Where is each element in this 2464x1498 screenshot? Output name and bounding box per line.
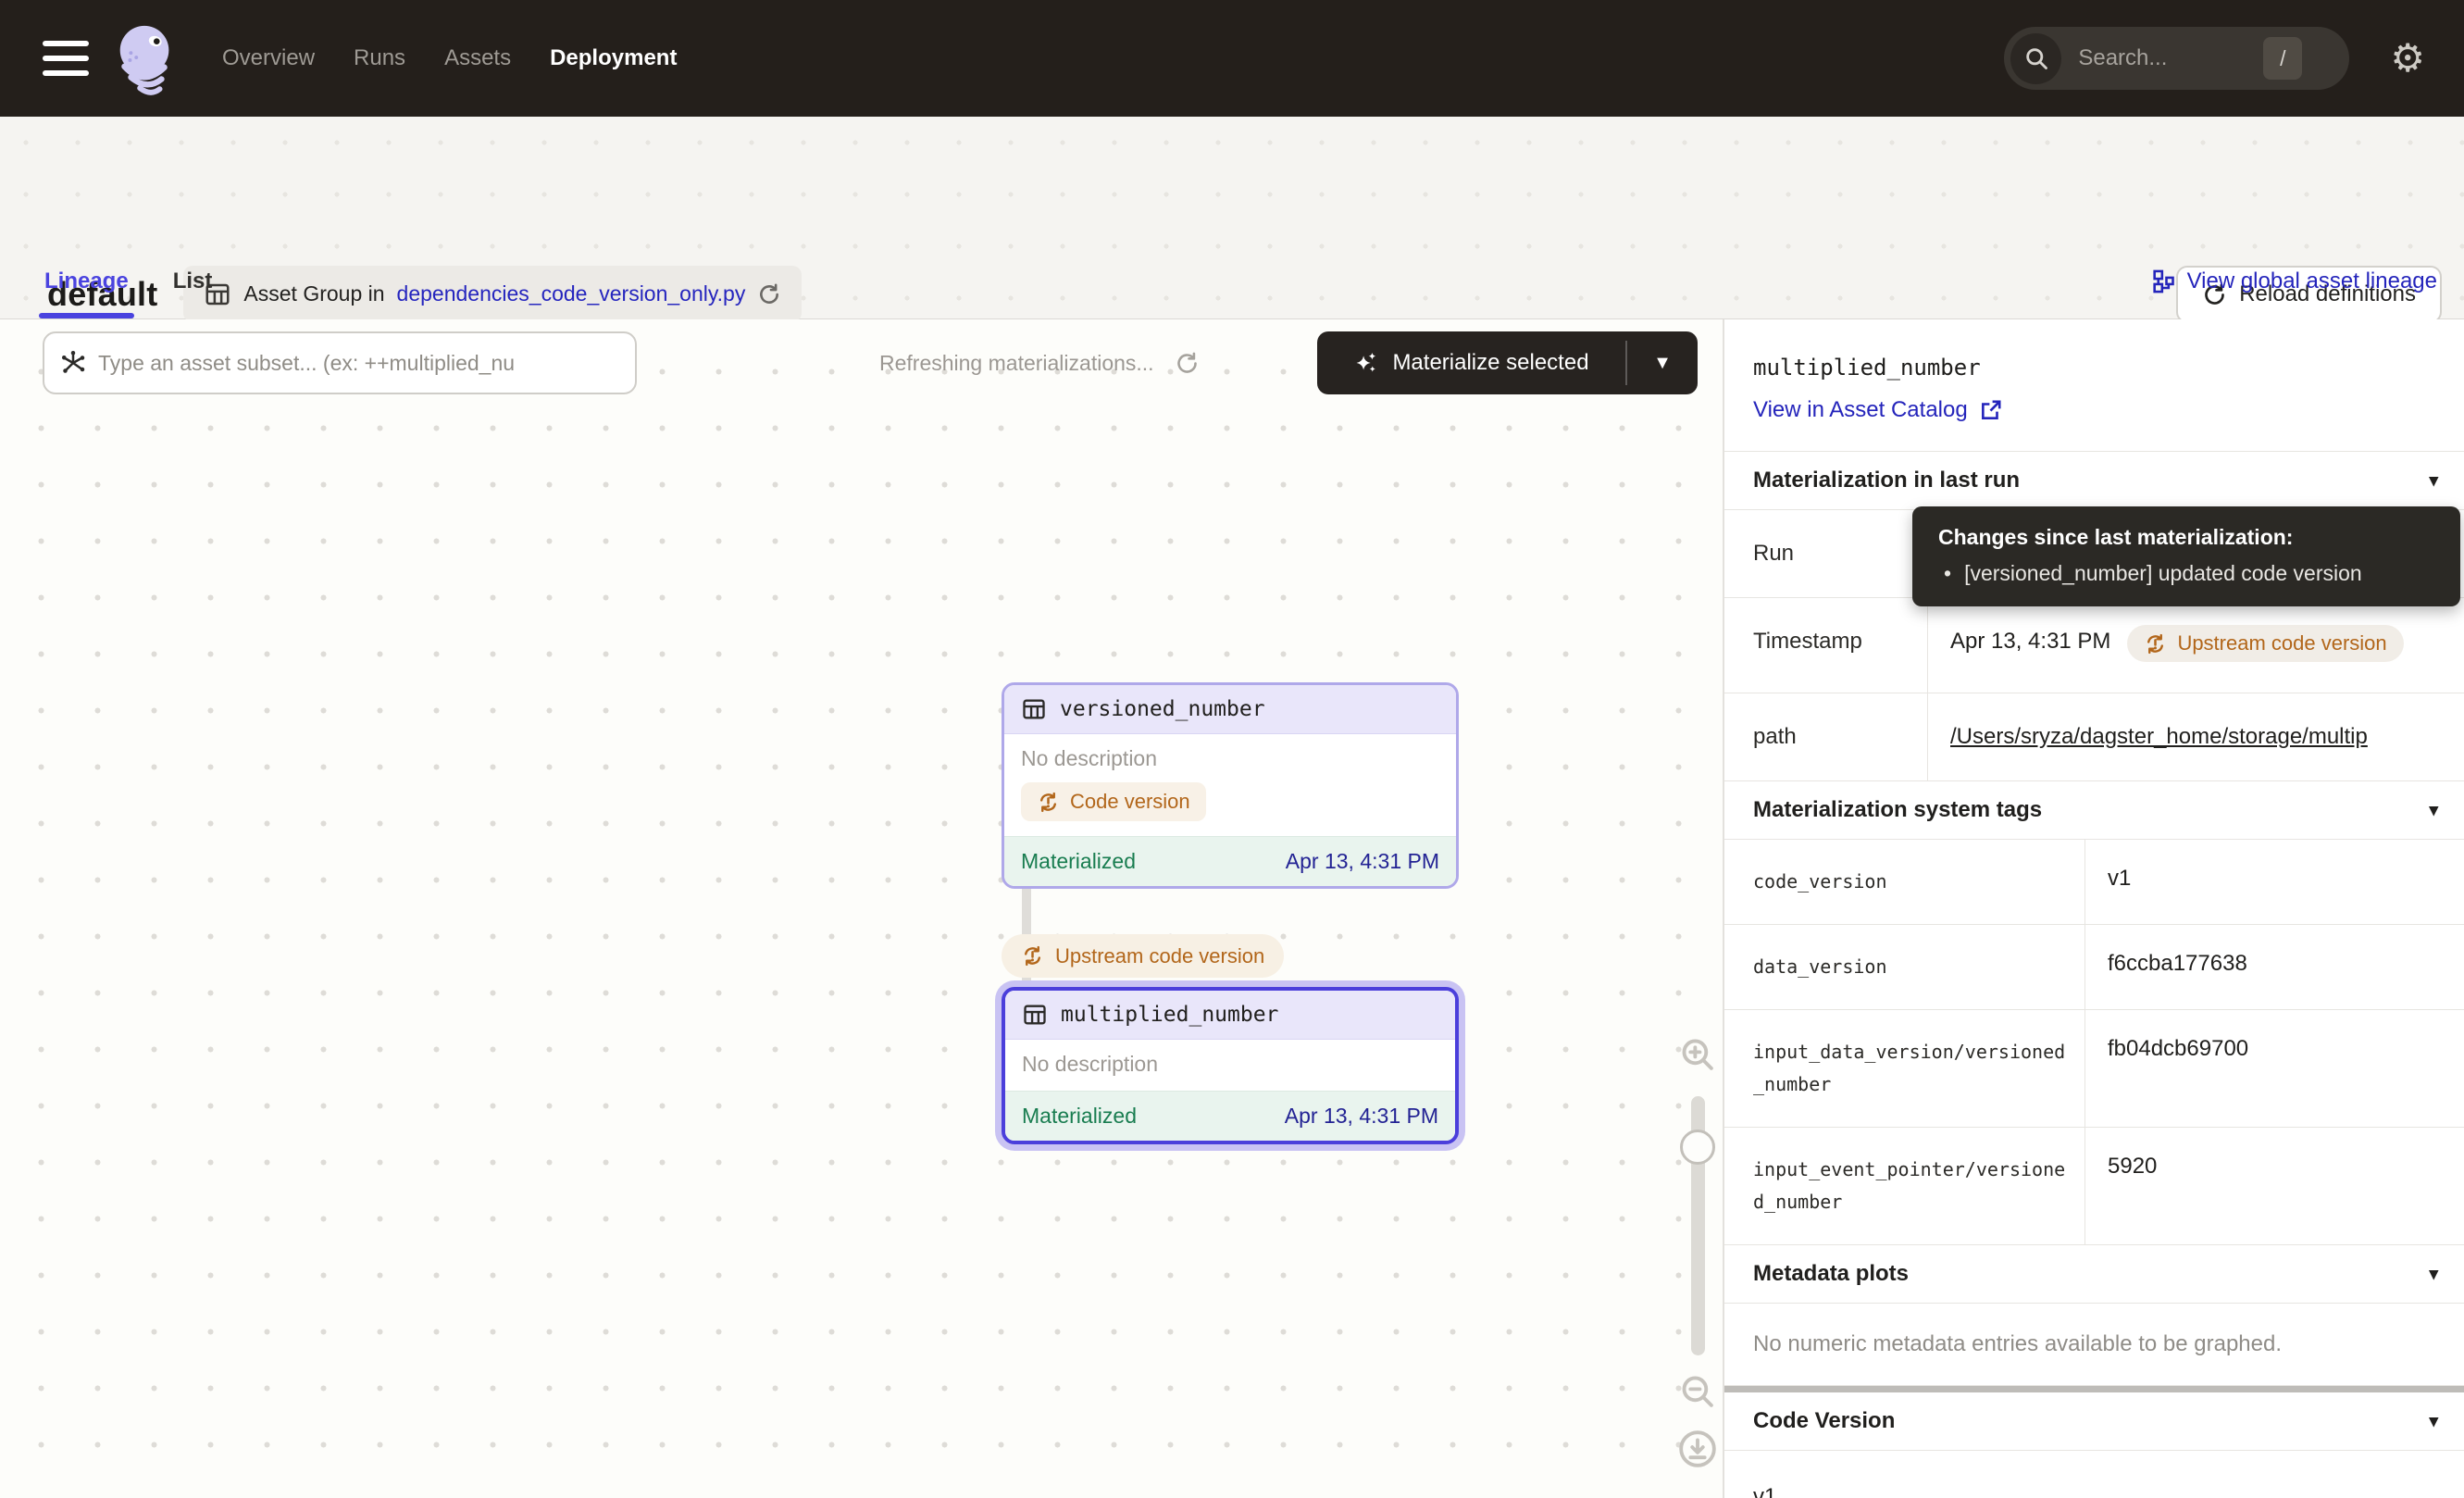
table-row: input_data_version/versioned_number fb04… — [1724, 1010, 2464, 1128]
asset-lineage-canvas[interactable]: Refreshing materializations... Materiali… — [0, 319, 1723, 1498]
table-grid-icon — [1021, 696, 1047, 722]
zoom-in-icon[interactable] — [1678, 1035, 1717, 1074]
tag-value: 5920 — [2084, 1128, 2464, 1244]
asset-subset-input[interactable] — [98, 351, 620, 376]
tag-key: code_version — [1724, 840, 2084, 924]
tooltip-title: Changes since last materialization: — [1938, 525, 2434, 550]
nav-deployment[interactable]: Deployment — [550, 45, 677, 71]
tab-lineage[interactable]: Lineage — [44, 244, 129, 318]
search-shortcut-badge: / — [2263, 37, 2302, 80]
section-materialization-system-tags[interactable]: Materialization system tags▾ — [1724, 781, 2464, 840]
hamburger-menu-icon[interactable] — [43, 41, 89, 76]
metadata-plots-empty-message: No numeric metadata entries available to… — [1724, 1304, 2464, 1386]
chevron-down-icon: ▾ — [2429, 470, 2438, 492]
dagster-logo[interactable] — [109, 19, 181, 98]
asset-node-title: multiplied_number — [1061, 1003, 1278, 1027]
asset-node-multiplied-number[interactable]: multiplied_number No description Materia… — [1002, 987, 1459, 1144]
search-icon — [2010, 33, 2061, 84]
tag-value: fb04dcb69700 — [2084, 1010, 2464, 1127]
path-label: path — [1724, 693, 1927, 780]
graph-zoom-controls — [1672, 1018, 1724, 1470]
sparkles-icon — [1353, 350, 1379, 376]
bullet: • — [1944, 561, 1951, 586]
refresh-status: Refreshing materializations... — [879, 331, 1200, 394]
sync-alert-icon — [2144, 632, 2167, 655]
nav-runs[interactable]: Runs — [354, 45, 405, 71]
search-input[interactable] — [2078, 45, 2263, 71]
top-navigation-bar: Overview Runs Assets Deployment / ⚙ — [0, 0, 2464, 117]
table-row: code_version v1 — [1724, 840, 2464, 925]
view-in-asset-catalog-link[interactable]: View in Asset Catalog — [1753, 397, 2464, 423]
section-materialization-last-run[interactable]: Materialization in last run▾ — [1724, 452, 2464, 510]
changes-tooltip: Changes since last materialization: • [v… — [1912, 506, 2460, 606]
tag-key: input_event_pointer/versioned_number — [1724, 1128, 2084, 1244]
zoom-slider[interactable] — [1691, 1096, 1705, 1355]
materialize-selected-button[interactable]: Materialize selected ▼ — [1317, 331, 1698, 394]
view-tabs: Lineage List — [44, 244, 212, 318]
view-global-asset-lineage-link[interactable]: View global asset lineage — [2150, 268, 2437, 294]
download-graph-icon[interactable] — [1676, 1428, 1719, 1470]
external-link-icon — [1979, 398, 2003, 422]
selected-asset-name: multiplied_number — [1753, 355, 2464, 381]
asset-graph-icon — [59, 349, 87, 377]
table-row: Timestamp Apr 13, 4:31 PM Upstream code … — [1724, 598, 2464, 693]
chevron-down-icon: ▾ — [2429, 1264, 2438, 1285]
asset-node-title: versioned_number — [1060, 697, 1265, 721]
settings-gear-icon[interactable]: ⚙ — [2390, 39, 2425, 78]
page-header: default Asset Group in dependencies_code… — [0, 117, 2464, 319]
tag-key: data_version — [1724, 925, 2084, 1009]
refresh-icon[interactable] — [1175, 351, 1200, 376]
timestamp-value: Apr 13, 4:31 PM — [1950, 629, 2110, 655]
chevron-down-icon: ▾ — [2429, 1411, 2438, 1432]
sync-alert-icon — [1021, 944, 1044, 967]
code-version-chip[interactable]: Code version — [1021, 782, 1206, 821]
materialize-dropdown-caret[interactable]: ▼ — [1627, 353, 1698, 374]
asset-details-panel: multiplied_number View in Asset Catalog … — [1723, 319, 2464, 1498]
path-link[interactable]: /Users/sryza/dagster_home/storage/multip — [1950, 724, 2368, 750]
table-row: data_version f6ccba177638 — [1724, 925, 2464, 1010]
run-label: Run — [1724, 510, 1927, 597]
asset-node-versioned-number[interactable]: versioned_number No description Code ver… — [1002, 682, 1459, 889]
section-divider — [1724, 1386, 2464, 1392]
materialization-time[interactable]: Apr 13, 4:31 PM — [1286, 849, 1439, 874]
asset-node-description: No description — [1004, 734, 1456, 775]
tag-value: v1 — [2084, 840, 2464, 924]
upstream-code-version-tag[interactable]: Upstream code version — [1002, 934, 1284, 978]
nav-overview[interactable]: Overview — [222, 45, 315, 71]
global-search[interactable]: / — [2004, 27, 2349, 90]
primary-nav: Overview Runs Assets Deployment — [222, 45, 677, 71]
chevron-down-icon: ▾ — [2429, 800, 2438, 821]
upstream-code-version-chip[interactable]: Upstream code version — [2127, 625, 2403, 662]
tooltip-item: [versioned_number] updated code version — [1964, 561, 2362, 586]
section-code-version[interactable]: Code Version▾ — [1724, 1392, 2464, 1451]
section-metadata-plots[interactable]: Metadata plots▾ — [1724, 1245, 2464, 1304]
timestamp-label: Timestamp — [1724, 598, 1927, 693]
materialization-time[interactable]: Apr 13, 4:31 PM — [1285, 1104, 1438, 1129]
materialized-status: Materialized — [1022, 1104, 1137, 1129]
asset-node-description: No description — [1005, 1040, 1455, 1091]
zoom-slider-handle[interactable] — [1680, 1130, 1715, 1165]
table-grid-icon — [1022, 1002, 1048, 1028]
nav-assets[interactable]: Assets — [444, 45, 511, 71]
asset-group-chip: Asset Group in dependencies_code_version… — [183, 266, 802, 322]
sync-alert-icon — [1037, 791, 1060, 814]
refresh-icon[interactable] — [757, 282, 781, 306]
code-version-value: v1 — [1724, 1451, 2464, 1498]
asset-subset-filter[interactable] — [43, 331, 637, 394]
tag-key: input_data_version/versioned_number — [1724, 1010, 2084, 1127]
asset-group-prefix: Asset Group in — [243, 281, 384, 306]
table-row: input_event_pointer/versioned_number 592… — [1724, 1128, 2464, 1245]
zoom-out-icon[interactable] — [1678, 1372, 1717, 1411]
lineage-graph-icon — [2150, 268, 2176, 294]
asset-group-file-link[interactable]: dependencies_code_version_only.py — [397, 281, 746, 306]
tab-list[interactable]: List — [173, 244, 213, 318]
materialized-status: Materialized — [1021, 849, 1136, 874]
table-row: path /Users/sryza/dagster_home/storage/m… — [1724, 693, 2464, 781]
tag-value: f6ccba177638 — [2084, 925, 2464, 1009]
